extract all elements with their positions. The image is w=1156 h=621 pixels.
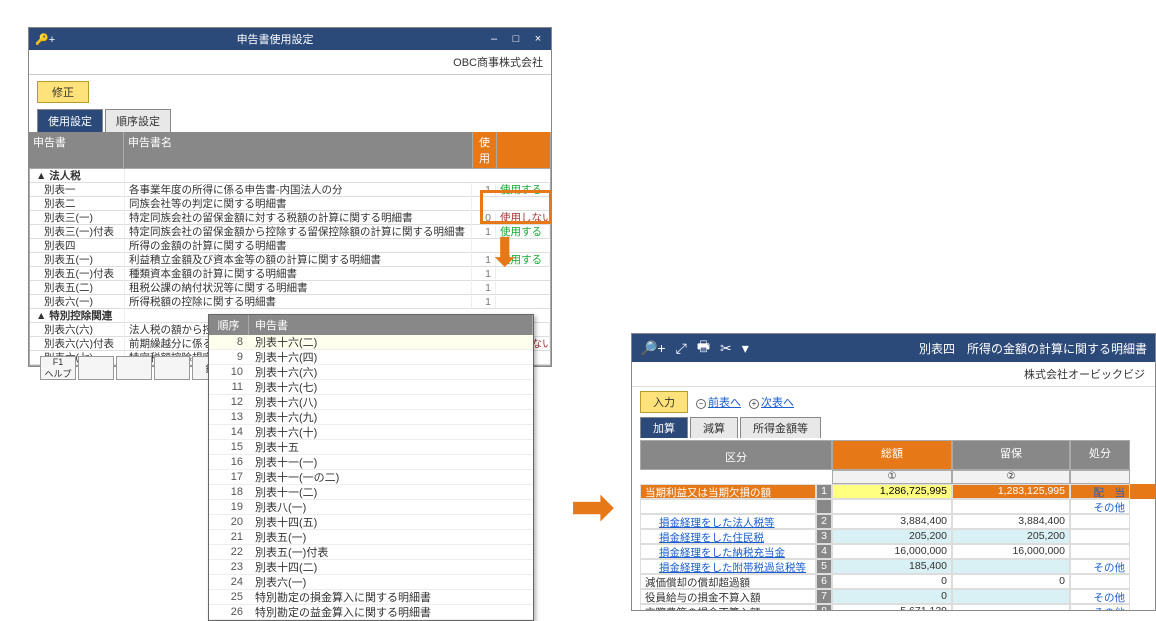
col-use: 使用: [473, 132, 497, 168]
col-form: 申告書: [29, 132, 124, 168]
function-keys: F1ヘルプ録: [40, 356, 228, 380]
fkey-button[interactable]: [116, 356, 152, 380]
list-item[interactable]: 18別表十一(二): [209, 485, 533, 500]
list-item[interactable]: 16別表十一(一): [209, 455, 533, 470]
detail-title: 別表四 所得の金額の計算に関する明細書: [759, 340, 1147, 357]
fkey-button[interactable]: F1ヘルプ: [40, 356, 76, 380]
list-item[interactable]: 15別表十五: [209, 440, 533, 455]
list-item[interactable]: 14別表十六(十): [209, 425, 533, 440]
hdr-ryuho: 留保: [952, 440, 1070, 470]
table-row[interactable]: 別表四所得の金額の計算に関する明細書: [30, 239, 550, 253]
nav-row: 入力 −前表へ +次表へ: [632, 387, 1155, 417]
grid-header: 申告書 申告書名 使用: [29, 132, 551, 168]
fkey-button[interactable]: [154, 356, 190, 380]
table-row[interactable]: 別表三(一)付表特定同族会社の留保金額から控除する留保控除額の計算に関する明細書…: [30, 225, 550, 239]
window-title: 申告書使用設定: [63, 31, 487, 47]
table-row[interactable]: 損金経理をした住民税3205,200205,200: [640, 529, 1155, 544]
plus-icon: +: [749, 399, 759, 409]
table-row[interactable]: 交際費等の損金不算入額85,671,129その他: [640, 604, 1155, 611]
list-item[interactable]: 26特別勘定の益金算入に関する明細書: [209, 605, 533, 620]
list-item[interactable]: 10別表十六(六): [209, 365, 533, 380]
table-row[interactable]: 当期利益又は当期欠損の額11,286,725,9951,283,125,995配…: [640, 484, 1155, 499]
table-row[interactable]: 別表二同族会社等の判定に関する明細書: [30, 197, 550, 211]
print-icon[interactable]: 🖶: [697, 336, 710, 360]
table-row: その他: [640, 499, 1155, 514]
prev-nav[interactable]: −前表へ: [696, 394, 741, 410]
subtab-add[interactable]: 加算: [640, 417, 688, 438]
list-item[interactable]: 24別表六(一): [209, 575, 533, 590]
popup-body: 8別表十六(二)9別表十六(四)10別表十六(六)11別表十六(七)12別表十六…: [209, 335, 533, 620]
list-item[interactable]: 22別表五(一)付表: [209, 545, 533, 560]
big-arrow-right-icon: ➡: [570, 475, 615, 538]
popup-header: 順序 申告書: [209, 315, 533, 335]
list-item[interactable]: 8別表十六(二): [209, 335, 533, 350]
table-row[interactable]: 損金経理をした納税充当金416,000,00016,000,000: [640, 544, 1155, 559]
list-item[interactable]: 9別表十六(四): [209, 350, 533, 365]
col-use-label: [497, 132, 551, 168]
table-row[interactable]: 別表五(一)利益積立金額及び資本金等の額の計算に関する明細書1使用する: [30, 253, 550, 267]
hdr-sogaku: 総額: [832, 440, 952, 470]
table-row[interactable]: 役員給与の損金不算入額70その他: [640, 589, 1155, 604]
table-header-1: 区分 総額 留保 処分: [640, 440, 1155, 470]
popup-col-form: 申告書: [249, 315, 533, 335]
menu-icon[interactable]: ▾: [742, 340, 749, 357]
detail-company: 株式会社オービックビジ: [632, 362, 1155, 387]
table-row[interactable]: 損金経理をした法人税等23,884,4003,884,400: [640, 514, 1155, 529]
list-item[interactable]: 17別表十一(一の二): [209, 470, 533, 485]
col-form-name: 申告書名: [124, 132, 473, 168]
subtab-sub[interactable]: 減算: [690, 417, 738, 438]
table-row[interactable]: ▲ 法人税: [30, 169, 550, 183]
table-row[interactable]: 別表一各事業年度の所得に係る申告書-内国法人の分1使用する: [30, 183, 550, 197]
key-icon: 🔑+: [35, 33, 55, 46]
list-item[interactable]: 13別表十六(九): [209, 410, 533, 425]
hdr-shobun: 処分: [1070, 440, 1130, 470]
toolbar: 🔎+ ⤢ 🖶 ✂ ▾ 別表四 所得の金額の計算に関する明細書: [632, 334, 1155, 362]
hdr-col2: ②: [952, 470, 1070, 484]
settings-tabs: 使用設定 順序設定: [29, 109, 551, 132]
edit-mode-button[interactable]: 修正: [37, 81, 89, 103]
hdr-col1: ①: [832, 470, 952, 484]
list-item[interactable]: 11別表十六(七): [209, 380, 533, 395]
tab-use-settings[interactable]: 使用設定: [37, 109, 103, 132]
fkey-button[interactable]: [78, 356, 114, 380]
minimize-button[interactable]: –: [487, 33, 501, 45]
zoom-icon[interactable]: ⤢: [676, 340, 687, 357]
search-icon[interactable]: 🔎+: [640, 340, 666, 357]
list-item[interactable]: 12別表十六(八): [209, 395, 533, 410]
tab-order-settings[interactable]: 順序設定: [105, 109, 171, 132]
titlebar: 🔑+ 申告書使用設定 – □ ×: [29, 28, 551, 50]
detail-table: 区分 総額 留保 処分 ① ② 当期利益又は当期欠損の額11,286,725,9…: [640, 440, 1155, 611]
popup-col-order: 順序: [209, 315, 249, 335]
list-item[interactable]: 23別表十四(二): [209, 560, 533, 575]
subtabs: 加算 減算 所得金額等: [632, 417, 1155, 438]
arrow-down-icon: ⬇: [488, 230, 522, 276]
subtab-income[interactable]: 所得金額等: [740, 417, 821, 438]
table-row[interactable]: 損金経理をした附帯税過怠税等5185,400その他: [640, 559, 1155, 574]
list-item[interactable]: 25特別勘定の損金算入に関する明細書: [209, 590, 533, 605]
table-body: 当期利益又は当期欠損の額11,286,725,9951,283,125,995配…: [640, 484, 1155, 611]
prev-link[interactable]: 前表へ: [708, 397, 741, 409]
list-item[interactable]: 21別表五(一): [209, 530, 533, 545]
next-link[interactable]: 次表へ: [761, 397, 794, 409]
cut-icon[interactable]: ✂: [720, 340, 732, 357]
minus-icon: −: [696, 399, 706, 409]
order-popup: 順序 申告書 8別表十六(二)9別表十六(四)10別表十六(六)11別表十六(七…: [208, 314, 534, 621]
hdr-kubun: 区分: [640, 440, 832, 470]
maximize-button[interactable]: □: [509, 33, 523, 45]
detail-window: 🔎+ ⤢ 🖶 ✂ ▾ 別表四 所得の金額の計算に関する明細書 株式会社オービック…: [631, 333, 1156, 611]
close-button[interactable]: ×: [531, 33, 545, 45]
table-row[interactable]: 別表六(一)所得税額の控除に関する明細書1: [30, 295, 550, 309]
list-item[interactable]: 20別表十四(五): [209, 515, 533, 530]
table-row[interactable]: 別表五(二)租税公課の納付状況等に関する明細書1: [30, 281, 550, 295]
list-item[interactable]: 19別表八(一): [209, 500, 533, 515]
table-header-2: ① ②: [640, 470, 1155, 484]
next-nav[interactable]: +次表へ: [749, 394, 794, 410]
input-tab[interactable]: 入力: [640, 391, 688, 413]
table-row[interactable]: 減価償却の償却超過額600: [640, 574, 1155, 589]
table-row[interactable]: 別表三(一)特定同族会社の留保金額に対する税額の計算に関する明細書0使用しない: [30, 211, 550, 225]
table-row[interactable]: 別表五(一)付表種類資本金額の計算に関する明細書1: [30, 267, 550, 281]
company-label: OBC商事株式会社: [29, 50, 551, 75]
